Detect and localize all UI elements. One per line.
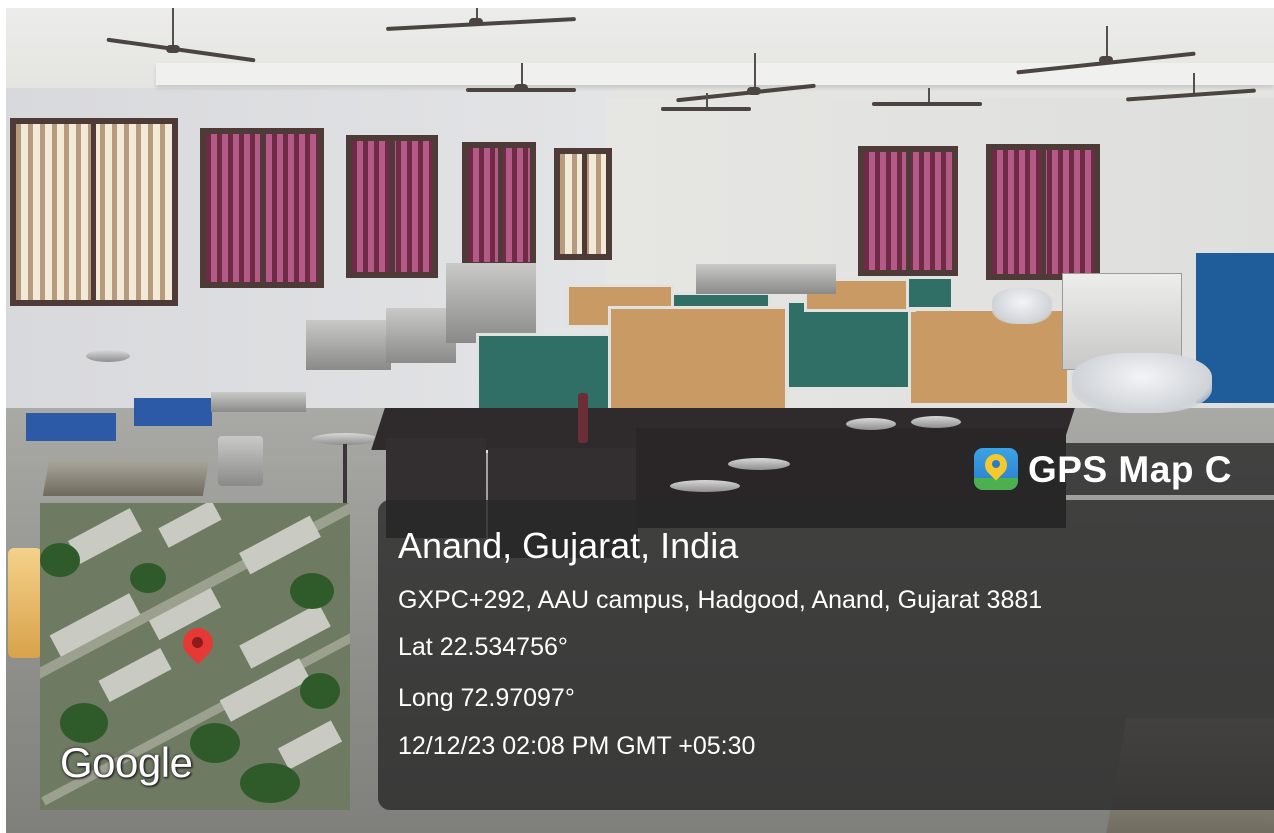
timestamp-line: 12/12/23 02:08 PM GMT +05:30 [398,732,756,760]
plastic-bag-pile [992,288,1052,324]
ceiling-beam [156,63,1274,85]
window [10,118,178,306]
window [346,135,438,278]
window [462,142,536,268]
blue-stove-stand [134,398,212,426]
blue-stove-stand [26,413,116,441]
window [554,148,612,260]
steel-machine [446,263,536,343]
cubicle-panel [786,300,911,390]
tray-with-fruit [42,460,210,496]
gps-map-camera-app-icon [974,448,1018,490]
gps-app-badge: GPS Map C [968,443,1274,495]
oil-bottle [8,548,42,658]
gas-burner [211,392,306,412]
plastic-bag-pile [1072,353,1212,413]
longitude-line: Long 72.97097° [398,684,575,712]
cubicle-panel [608,306,788,416]
satellite-map-thumbnail: Google [40,503,350,810]
stool [670,480,740,492]
latitude-line: Lat 22.534756° [398,633,568,661]
cubicle-panel [906,276,954,310]
stool [911,416,961,428]
window [986,144,1100,280]
stool [846,418,896,430]
stool [728,458,790,470]
window [200,128,324,288]
steel-bucket [218,436,263,486]
steel-utensils [696,264,836,294]
location-title: Anand, Gujarat, India [398,525,739,566]
google-attribution: Google [60,739,193,786]
address-line: GXPC+292, AAU campus, Hadgood, Anand, Gu… [398,586,1043,614]
stool [86,350,130,362]
cubicle-panel [908,308,1070,406]
window [858,146,958,276]
app-name: GPS Map C [1028,449,1232,490]
steel-cooking-range [306,320,391,370]
